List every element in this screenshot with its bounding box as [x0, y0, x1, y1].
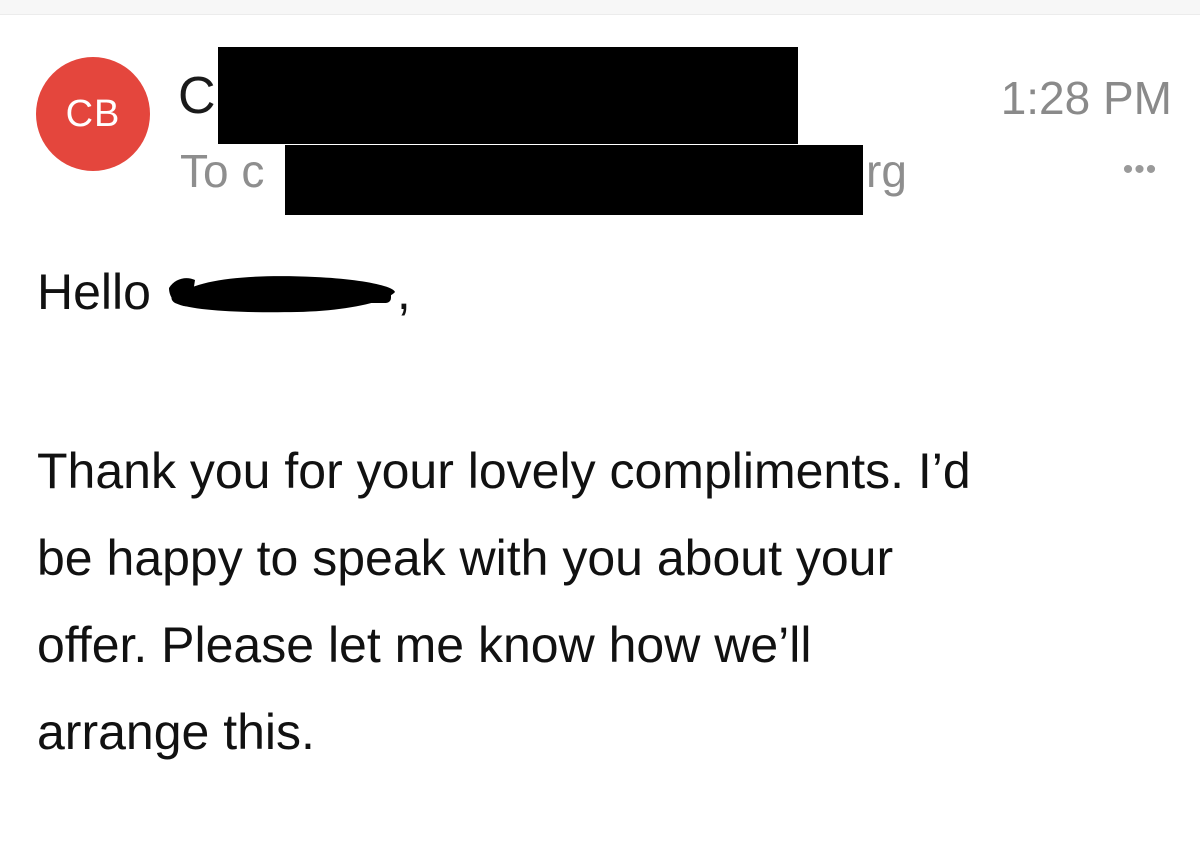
greeting-name-redaction [165, 262, 397, 322]
body-line: be happy to speak with you about your [37, 530, 894, 586]
recipient-suffix: rg [866, 145, 907, 197]
recipient-line[interactable]: To c [180, 143, 264, 199]
avatar-initials: CB [65, 92, 121, 135]
sender-name[interactable]: C [178, 66, 216, 126]
more-horizontal-icon: ••• [1122, 153, 1158, 186]
body-line: offer. Please let me know how we’ll [37, 617, 812, 673]
timestamp: 1:28 PM [1000, 72, 1172, 124]
recipient-redaction [285, 145, 863, 215]
body-line: arrange this. [37, 704, 315, 760]
greeting: Hello , [37, 262, 411, 322]
sender-redaction [218, 47, 798, 144]
top-bar [0, 0, 1200, 15]
email-view: CB C To c rg 1:28 PM ••• Hello , Thank y… [0, 0, 1200, 844]
body-line: Thank you for your lovely compliments. I… [37, 443, 971, 499]
more-options-button[interactable]: ••• [1112, 150, 1168, 190]
greeting-word: Hello [37, 264, 151, 320]
scribble-redaction-icon [168, 276, 395, 313]
email-body: Thank you for your lovely compliments. I… [37, 428, 1177, 776]
greeting-punctuation: , [396, 264, 411, 320]
sender-avatar[interactable]: CB [36, 57, 150, 171]
